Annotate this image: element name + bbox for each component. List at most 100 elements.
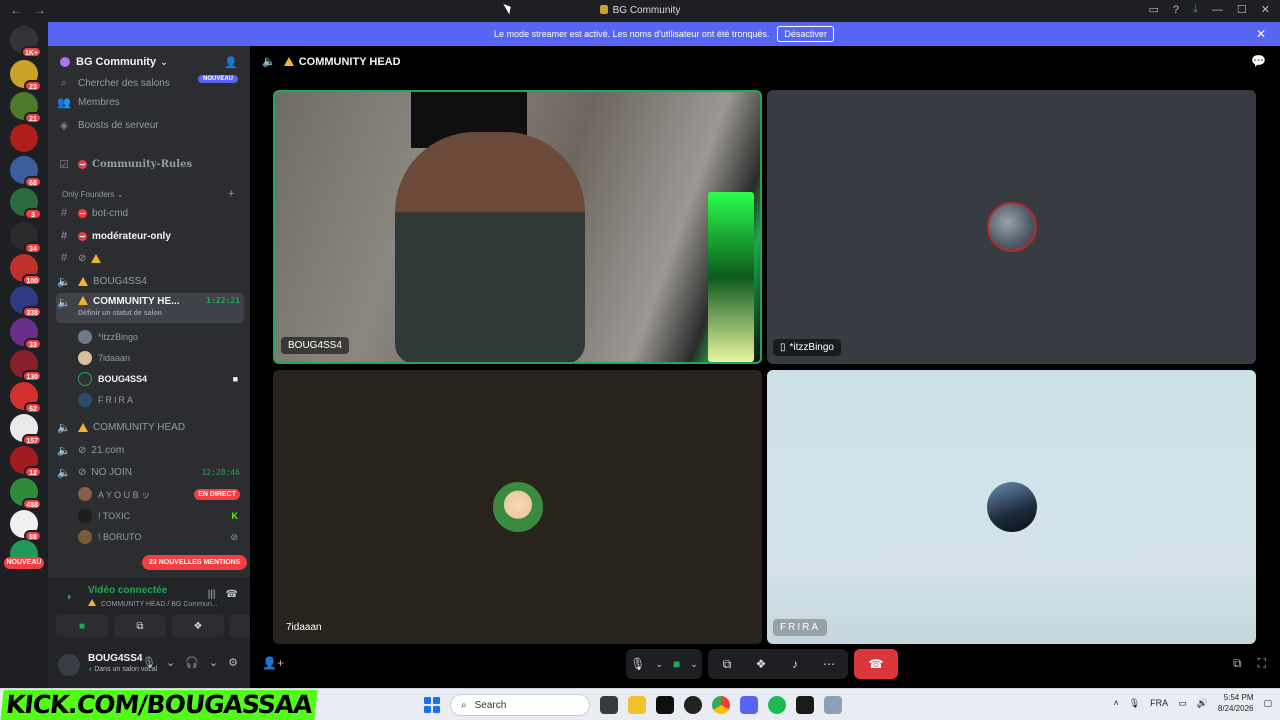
video-tile-boug[interactable]: BOUG4SS4 xyxy=(273,90,762,364)
channel-bot-cmd[interactable]: # bot-cmd xyxy=(56,203,244,223)
server-icon[interactable]: 3 xyxy=(10,188,42,220)
server-icon[interactable]: 21 xyxy=(10,92,42,124)
hangup-button[interactable]: ☎ xyxy=(854,649,898,679)
start-button[interactable] xyxy=(424,697,440,713)
server-icon[interactable]: 338 xyxy=(10,286,42,318)
taskbar-search[interactable]: ⌕ Search xyxy=(450,694,590,716)
calculator-icon[interactable] xyxy=(824,696,842,714)
notification-icon[interactable]: ▢ xyxy=(1263,698,1272,709)
chevron-down-icon: ⌄ xyxy=(655,658,663,669)
add-channel-icon[interactable]: + xyxy=(228,188,234,200)
server-icon[interactable]: 34 xyxy=(10,222,42,254)
noise-suppression-icon[interactable]: ||| xyxy=(208,589,216,600)
network-icon[interactable]: ▭ xyxy=(1178,698,1187,709)
activity-button[interactable]: ❖ xyxy=(746,649,776,679)
mic-toggle[interactable]: 🎙 ⌄ ■ ⌄ xyxy=(626,649,702,679)
activity-button[interactable]: ❖ xyxy=(172,615,224,637)
category-only-founders[interactable]: Only Founders ⌄ + xyxy=(62,188,234,200)
channel-timer: 12:28:46 xyxy=(201,467,240,477)
disable-streamer-button[interactable]: Désactiver xyxy=(777,26,834,42)
connection-location[interactable]: COMMUNITY HEAD / BG Commun... xyxy=(88,599,218,608)
server-icon[interactable]: 157 xyxy=(10,414,42,446)
connection-status[interactable]: Vidéo connectée xyxy=(88,585,167,596)
headset-icon[interactable]: 🎧 xyxy=(185,656,199,669)
discord-icon[interactable] xyxy=(740,696,758,714)
video-tile-7idaaan[interactable]: 7idaaan xyxy=(273,370,762,644)
chevron-up-icon[interactable]: ˄ xyxy=(1113,698,1118,708)
voice-user[interactable]: ! TOXIC K xyxy=(78,506,244,526)
chat-icon[interactable]: 💬 xyxy=(1251,54,1266,68)
close-icon[interactable]: ✕ xyxy=(1261,3,1270,16)
soundboard-button[interactable]: ♪ xyxy=(780,649,810,679)
screen-share-button[interactable]: ⧉ xyxy=(114,615,166,637)
screen-share-button[interactable]: ⧉ xyxy=(712,649,742,679)
server-icon[interactable] xyxy=(10,124,38,152)
voice-user[interactable]: ! BORUTO ⊘ xyxy=(78,527,244,547)
gear-icon[interactable]: ⚙ xyxy=(228,656,238,669)
chevron-down-icon[interactable]: ⌄ xyxy=(166,656,175,669)
channel-warning[interactable]: # ⊘ xyxy=(56,248,244,268)
voice-channel-community-head[interactable]: 🔈 COMMUNITY HEAD xyxy=(56,417,244,437)
minimize-icon[interactable]: — xyxy=(1212,4,1223,16)
invite-icon[interactable]: 👤+ xyxy=(262,656,284,670)
app-icon[interactable] xyxy=(656,696,674,714)
avatar[interactable] xyxy=(56,652,82,678)
server-icon[interactable]: 100 xyxy=(10,254,42,286)
voice-channel-21[interactable]: 🔈 ⊘ 21.com xyxy=(56,440,244,460)
kick-app-icon[interactable] xyxy=(796,696,814,714)
server-icon[interactable]: 33 xyxy=(10,318,42,350)
server-icon[interactable]: 88 xyxy=(10,510,42,542)
server-icon[interactable]: 488 xyxy=(10,478,42,510)
voice-user[interactable]: *itzzBingo xyxy=(78,327,244,347)
voice-channel-community-head-active[interactable]: 🔈 COMMUNITY HE... 1:22:21 Définir un sta… xyxy=(56,293,244,323)
blocked-icon: ⊘ xyxy=(78,466,87,478)
members-link[interactable]: 👥 Membres xyxy=(56,92,244,112)
server-icon[interactable]: 68 xyxy=(10,156,42,188)
mic-icon: 🎙 xyxy=(630,657,646,671)
obs-icon[interactable] xyxy=(684,696,702,714)
warning-icon xyxy=(91,253,102,263)
camera-icon: ■ xyxy=(672,657,681,671)
channel-moderator-only[interactable]: # modérateur-only xyxy=(56,226,244,246)
voice-user[interactable]: 7idaaan xyxy=(78,348,244,368)
server-icon[interactable]: 130 xyxy=(10,350,42,382)
home-button[interactable]: 1K+ xyxy=(10,26,42,58)
camera-button[interactable]: ■ xyxy=(56,615,108,637)
spotify-icon[interactable] xyxy=(768,696,786,714)
voice-user-self[interactable]: BOUG4SS4 ■ xyxy=(78,369,244,389)
task-view-icon[interactable] xyxy=(600,696,618,714)
mic-icon[interactable]: 🎙 xyxy=(1129,698,1140,709)
download-icon[interactable]: ⤓ xyxy=(1193,3,1198,16)
language-indicator[interactable]: FRA xyxy=(1150,698,1168,708)
voice-channel-no-join[interactable]: 🔈 ⊘ NO JOIN 12:28:46 xyxy=(56,462,244,482)
server-icon[interactable]: 62 xyxy=(10,382,42,414)
voice-user[interactable]: A Y O U B ッ EN DIRECT xyxy=(78,484,244,504)
search-icon: ⌕ xyxy=(60,76,68,89)
boosts-link[interactable]: ◈ Boosts de serveur xyxy=(56,115,244,135)
server-icon[interactable]: 12 xyxy=(10,446,42,478)
video-tile-frira[interactable]: FRIRA xyxy=(767,370,1256,644)
voice-user[interactable]: FRIRA xyxy=(78,390,244,410)
chevron-down-icon[interactable]: ⌄ xyxy=(209,656,218,669)
maximize-icon[interactable]: ☐ xyxy=(1237,3,1247,16)
help-icon[interactable]: ? xyxy=(1173,4,1179,16)
new-mentions-pill[interactable]: 23 NOUVELLES MENTIONS xyxy=(142,555,248,570)
voice-channel-boug[interactable]: 🔈 BOUG4SS4 xyxy=(56,271,244,291)
volume-icon[interactable]: 🔊 xyxy=(1197,698,1208,709)
channel-rules[interactable]: ☑ Community-Rules xyxy=(56,154,244,174)
chrome-icon[interactable] xyxy=(712,696,730,714)
mic-icon[interactable]: 🎙 xyxy=(142,656,156,669)
clock[interactable]: 5:54 PM 8/24/2026 xyxy=(1218,692,1254,714)
add-member-icon[interactable]: 👤 xyxy=(224,56,238,69)
disconnect-icon[interactable]: ☎ xyxy=(226,589,238,600)
file-explorer-icon[interactable] xyxy=(628,696,646,714)
close-icon[interactable]: ✕ xyxy=(1256,27,1266,41)
more-button[interactable]: ⋯ xyxy=(814,649,844,679)
inbox-icon[interactable]: ▭ xyxy=(1149,3,1159,16)
server-icon[interactable]: 23 xyxy=(10,60,42,92)
popout-icon[interactable]: ⧉ xyxy=(1233,656,1242,671)
video-tile-itzzbingo[interactable]: ▯ *itzzBingo xyxy=(767,90,1256,364)
fullscreen-icon[interactable]: ⛶ xyxy=(1258,656,1266,671)
channel-status-placeholder[interactable]: Définir un statut de salon xyxy=(78,310,162,317)
user-name[interactable]: BOUG4SS4 xyxy=(88,653,142,664)
